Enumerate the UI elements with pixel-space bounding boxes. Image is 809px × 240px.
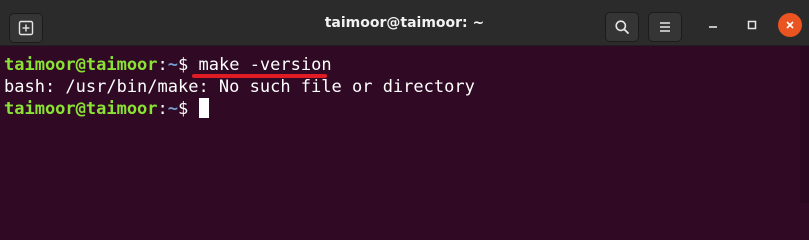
scrollbar[interactable]: [800, 46, 809, 203]
prompt-separator: :: [157, 55, 168, 75]
prompt-separator: :: [157, 99, 168, 119]
prompt-path: ~: [167, 99, 179, 119]
terminal-line: taimoor@taimoor:~$: [4, 98, 800, 120]
terminal-line: bash: /usr/bin/make: No such file or dir…: [4, 76, 800, 98]
new-tab-button[interactable]: [9, 13, 43, 43]
title-bar[interactable]: taimoor@taimoor: ~: [0, 0, 809, 46]
new-tab-icon: [18, 20, 34, 36]
close-icon: [786, 21, 794, 29]
minimize-button[interactable]: [701, 13, 725, 37]
minimize-icon: [709, 26, 717, 28]
prompt-symbol: $: [178, 55, 199, 75]
maximize-icon: [747, 20, 757, 30]
prompt-path: ~: [167, 55, 179, 75]
terminal-line: taimoor@taimoor:~$ make -version: [4, 54, 800, 76]
window-title: taimoor@taimoor: ~: [324, 15, 485, 31]
prompt-symbol: $: [178, 99, 199, 119]
text-cursor: [198, 98, 209, 118]
search-icon: [615, 20, 629, 34]
prompt-user: taimoor@taimoor: [4, 99, 158, 119]
annotation-underline: [192, 74, 327, 78]
prompt-user: taimoor@taimoor: [4, 55, 158, 75]
terminal-output[interactable]: taimoor@taimoor:~$ make -version bash: /…: [0, 46, 800, 203]
command-output: bash: /usr/bin/make: No such file or dir…: [4, 77, 475, 97]
search-button[interactable]: [605, 12, 639, 42]
hamburger-menu-icon: [660, 22, 670, 32]
close-button[interactable]: [778, 13, 802, 37]
menu-button[interactable]: [648, 12, 682, 42]
maximize-button[interactable]: [740, 13, 764, 37]
terminal-window: taimoor@taimoor: ~ taimoor@taimoor:~$ ma…: [0, 0, 809, 203]
command-text: make -version: [198, 55, 332, 75]
